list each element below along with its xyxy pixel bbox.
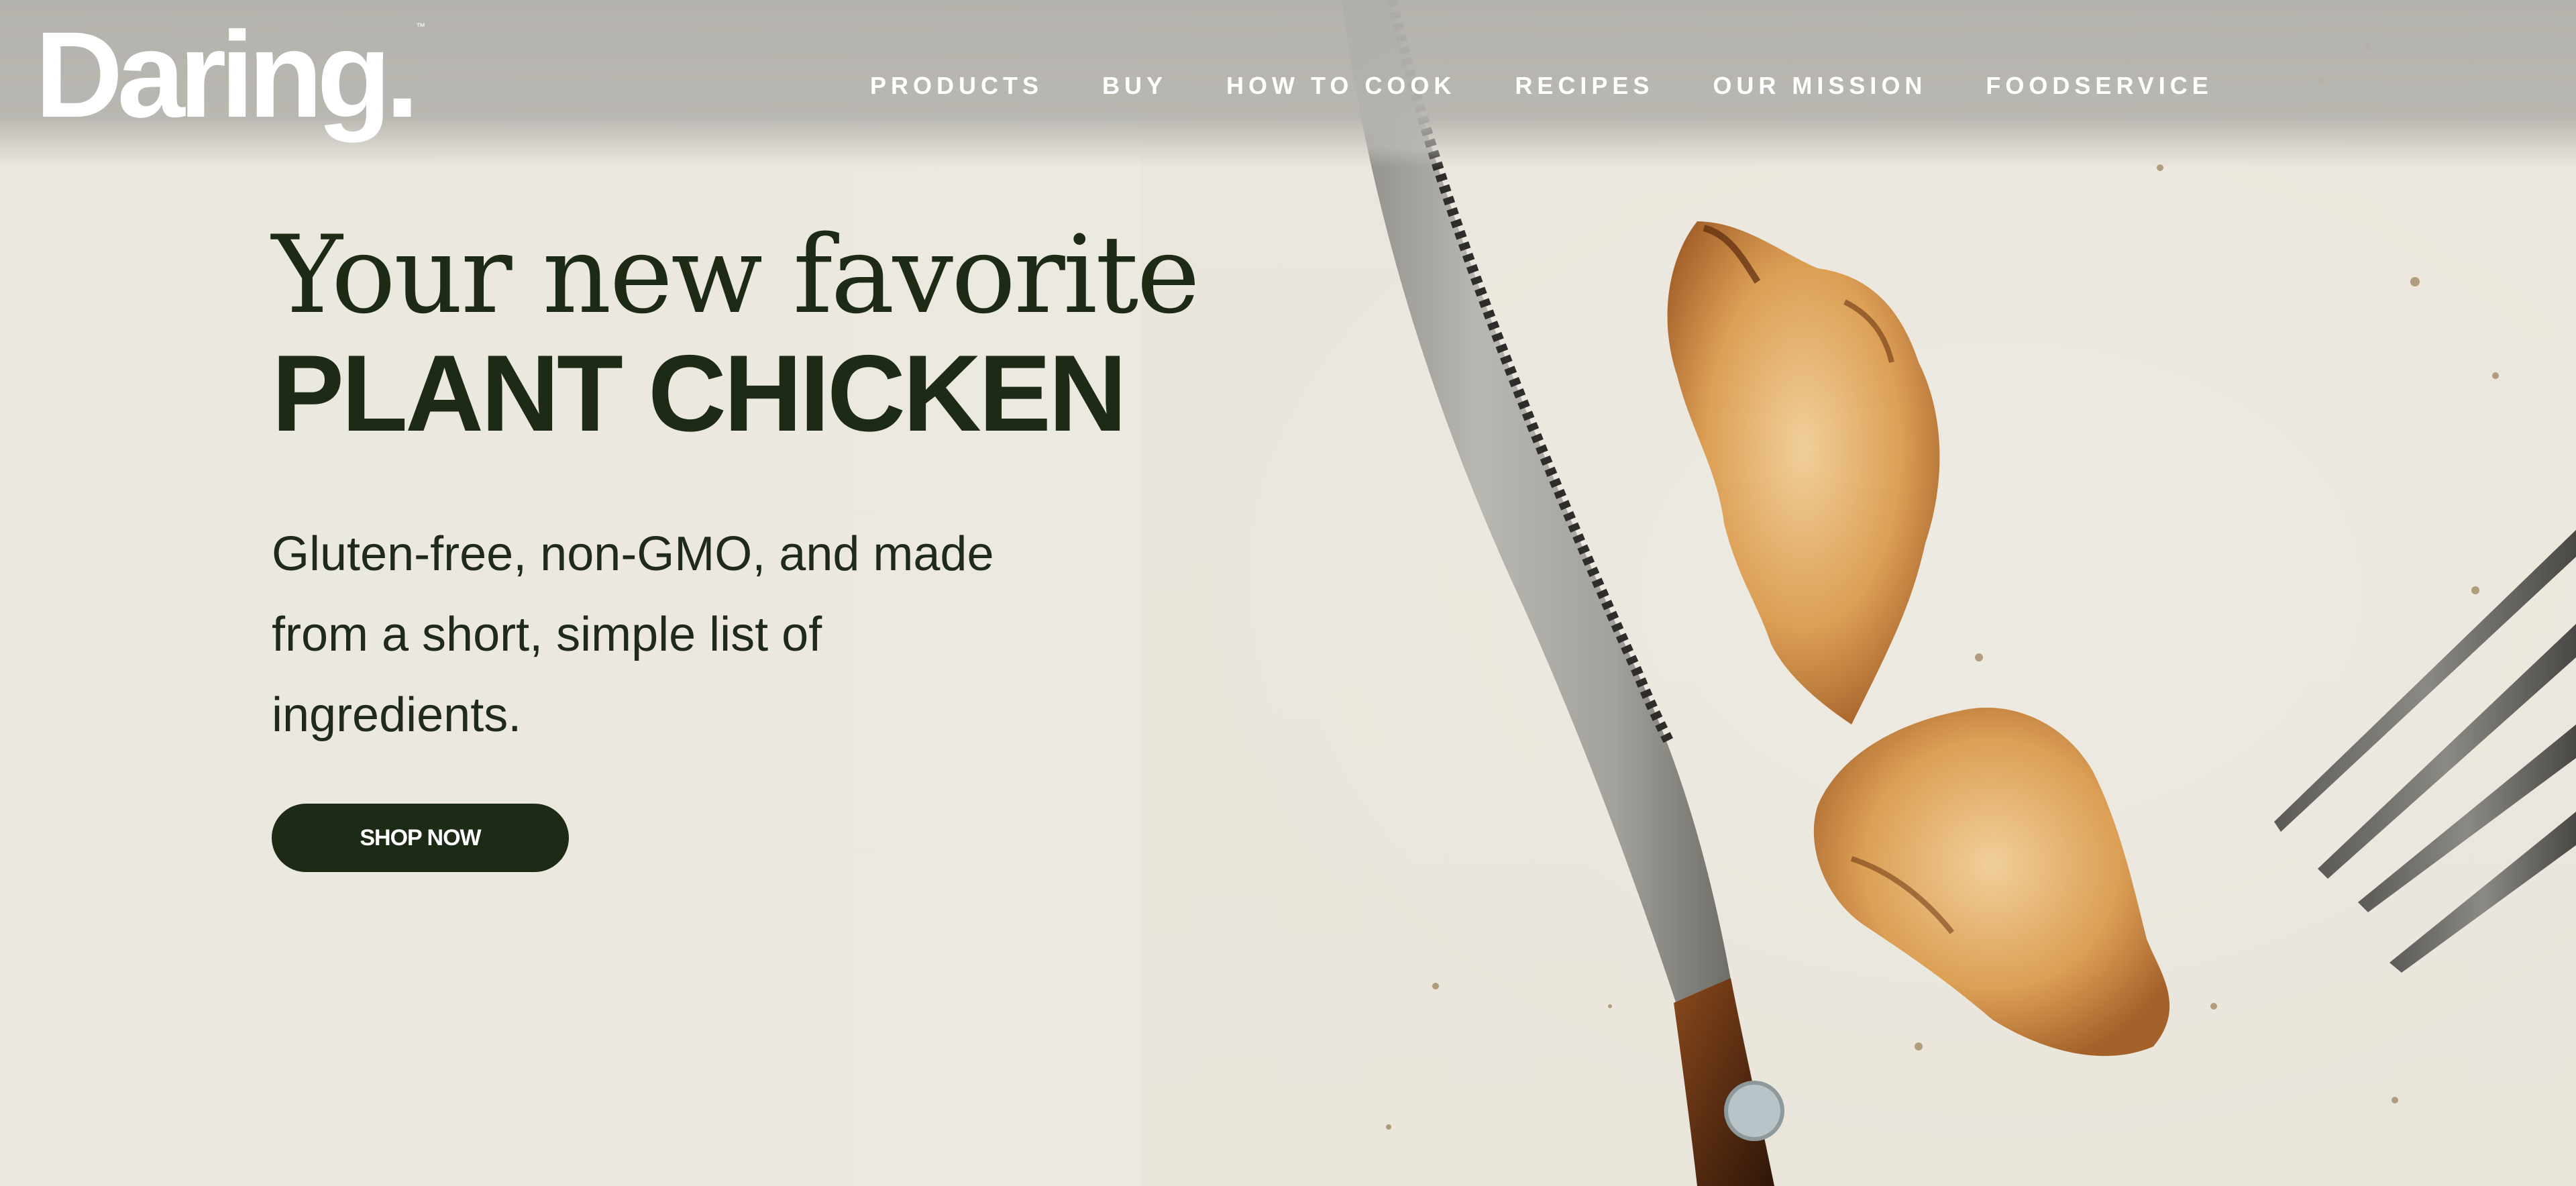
logo-trademark: ™ [415, 21, 425, 32]
fork [2274, 530, 2576, 973]
nav-item-buy[interactable]: BUY [1102, 70, 1167, 102]
chicken-piece-1 [1667, 221, 1940, 724]
hero-headline-line2: PLANT CHICKEN [272, 333, 1127, 454]
nav-item-products[interactable]: PRODUCTS [870, 70, 1043, 102]
hero-subcopy: Gluten-free, non-GMO, and made from a sh… [272, 527, 994, 742]
nav-item-our-mission[interactable]: OUR MISSION [1713, 70, 1927, 102]
daring-logo[interactable]: Daring. ™ [35, 13, 425, 136]
chicken-piece-2 [1813, 707, 2170, 1057]
nav-item-recipes[interactable]: RECIPES [1515, 70, 1654, 102]
shop-now-button[interactable]: SHOP NOW [272, 804, 569, 872]
hero-section: Your new favorite PLANT CHICKEN Gluten-f… [272, 212, 1200, 804]
hero-headline-line1: Your new favorite [272, 212, 1200, 337]
nav-item-how-to-cook[interactable]: HOW TO COOK [1226, 70, 1456, 102]
logo-text: Daring. [35, 6, 419, 143]
knife [1342, 0, 1784, 1186]
main-nav: PRODUCTS BUY HOW TO COOK RECIPES OUR MIS… [870, 70, 2213, 102]
hero-photo [1140, 0, 2576, 1186]
nav-item-foodservice[interactable]: FOODSERVICE [1986, 70, 2212, 102]
site-header: Daring. ™ PRODUCTS BUY HOW TO COOK RECIPE… [0, 0, 2576, 168]
page: Daring. ™ PRODUCTS BUY HOW TO COOK RECIPE… [0, 0, 2576, 1186]
hero-photo-illustration [1342, 0, 2576, 1186]
